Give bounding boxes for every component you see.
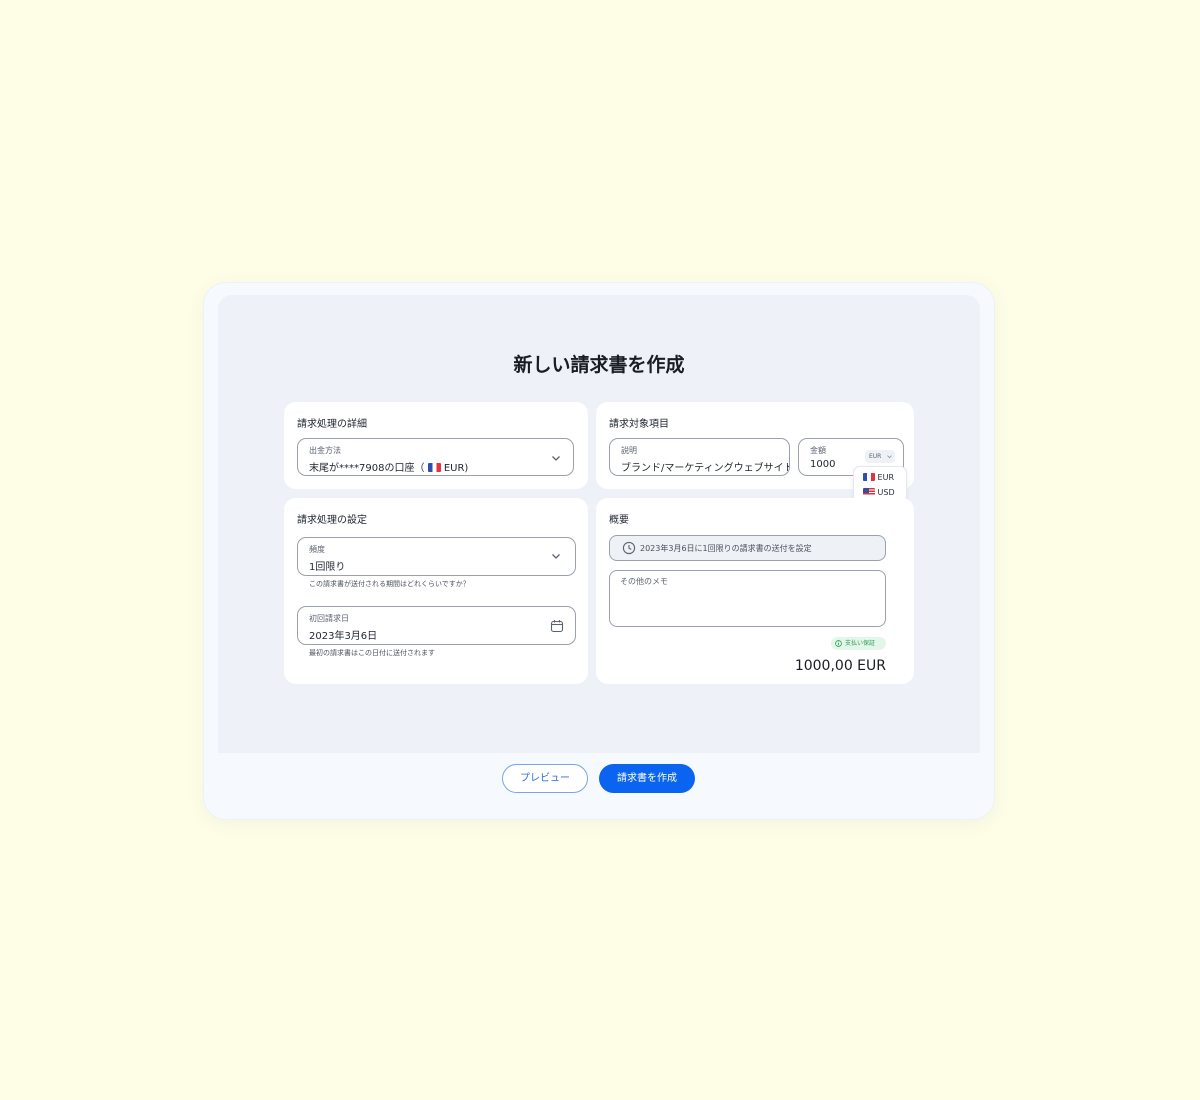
us-flag-icon [863, 488, 875, 496]
frequency-select[interactable]: 頻度 1回限り [297, 537, 576, 576]
amount-value: 1000 [810, 459, 836, 470]
billing-details-card: 請求処理の詳細 出金方法 末尾が****7908の口座（ EUR) [284, 402, 588, 489]
chevron-down-icon [552, 456, 560, 461]
billing-settings-title: 請求処理の設定 [297, 515, 367, 526]
currency-option-usd[interactable]: USD [863, 488, 895, 497]
status-badge-text: 支払い保証 [845, 640, 876, 647]
frequency-label: 頻度 [309, 545, 325, 554]
payout-currency-text: EUR) [443, 463, 469, 474]
currency-option-label: EUR [877, 473, 895, 482]
billing-details-title: 請求処理の詳細 [297, 419, 367, 430]
first-invoice-date-helper: 最初の請求書はこの日付に送付されます [309, 649, 435, 657]
create-invoice-button[interactable]: 請求書を作成 [599, 764, 695, 793]
status-badge: 支払い保証 [831, 637, 886, 650]
frequency-value: 1回限り [309, 562, 346, 573]
amount-label: 金額 [810, 446, 826, 455]
payout-account-text: 末尾が****7908の口座（ [309, 463, 425, 474]
summary-title: 概要 [609, 515, 629, 526]
memo-placeholder: その他のメモ [620, 577, 668, 586]
currency-option-label: USD [877, 488, 895, 497]
payout-method-value: 末尾が****7908の口座（ EUR) [309, 459, 468, 474]
summary-card: 概要 2023年3月6日に1回限りの請求書の送付を設定 その他のメモ 支払い保証… [596, 498, 914, 684]
france-flag-icon [863, 473, 875, 481]
preview-button[interactable]: プレビュー [502, 764, 588, 793]
chevron-down-icon [887, 455, 892, 459]
schedule-text: 2023年3月6日に1回限りの請求書の送付を設定 [640, 544, 812, 553]
chevron-down-icon [552, 554, 560, 559]
description-label: 説明 [621, 446, 637, 455]
payout-method-select[interactable]: 出金方法 末尾が****7908の口座（ EUR) [297, 438, 574, 476]
description-field[interactable]: 説明 ブランド/マーケティングウェブサイト [609, 438, 790, 476]
schedule-notice: 2023年3月6日に1回限りの請求書の送付を設定 [609, 535, 886, 561]
first-invoice-date-field[interactable]: 初回請求日 2023年3月6日 [297, 606, 576, 645]
billing-items-title: 請求対象項目 [609, 419, 669, 430]
billing-settings-card: 請求処理の設定 頻度 1回限り この請求書が送付される期間はどれくらいですか？ … [284, 498, 588, 684]
description-value: ブランド/マーケティングウェブサイト [621, 463, 790, 474]
info-icon [835, 640, 842, 647]
memo-textarea[interactable]: その他のメモ [609, 570, 886, 627]
currency-select-value: EUR [869, 453, 882, 460]
currency-option-eur[interactable]: EUR [863, 473, 894, 482]
frequency-helper: この請求書が送付される期間はどれくらいですか？ [309, 580, 470, 588]
first-invoice-date-value: 2023年3月6日 [309, 631, 378, 642]
calendar-icon[interactable] [550, 619, 564, 633]
page-title: 新しい請求書を作成 [513, 354, 685, 376]
first-invoice-date-label: 初回請求日 [309, 614, 349, 623]
clock-icon [622, 541, 636, 555]
summary-total: 1000,00 EUR [794, 658, 886, 674]
payout-method-label: 出金方法 [309, 446, 341, 455]
france-flag-icon [427, 463, 441, 472]
currency-select[interactable]: EUR [865, 450, 895, 463]
